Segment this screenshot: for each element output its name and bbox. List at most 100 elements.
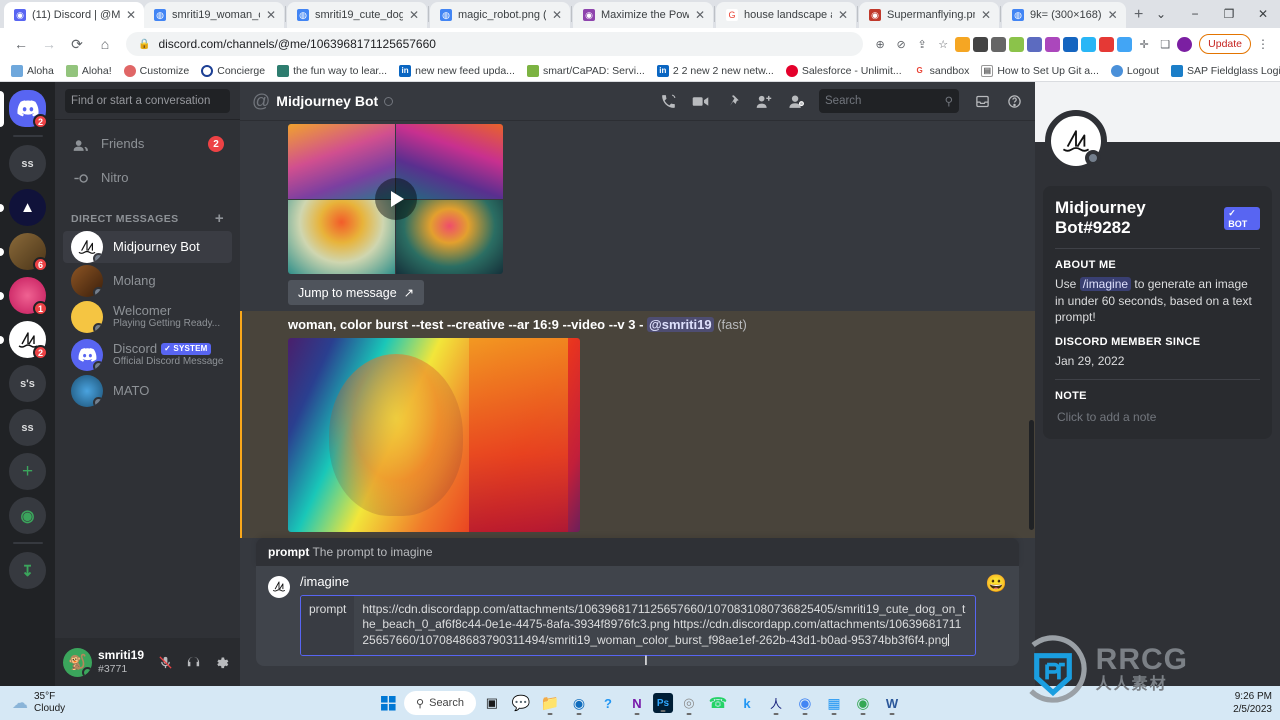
chrome-icon[interactable]: ◉ xyxy=(792,690,818,716)
help-icon[interactable]: ? xyxy=(595,690,621,716)
app-icon[interactable]: 人 xyxy=(763,690,789,716)
extension-icon-10[interactable] xyxy=(1117,36,1133,52)
minimize-button[interactable]: − xyxy=(1178,7,1212,21)
gear-icon[interactable] xyxy=(210,651,232,673)
task-view-icon[interactable]: ▣ xyxy=(479,690,505,716)
message-scrollbar[interactable] xyxy=(1029,420,1034,530)
dm-item-welcomer[interactable]: Welcomer Playing Getting Ready... xyxy=(63,299,232,335)
call-icon[interactable] xyxy=(655,88,681,114)
disc-icon[interactable]: ◎ xyxy=(676,690,702,716)
message-composer[interactable]: /imagine prompt https://cdn.discordapp.c… xyxy=(256,565,1019,666)
user-mention[interactable]: @smriti19 xyxy=(647,317,714,332)
create-dm-button[interactable]: + xyxy=(215,210,224,227)
pin-icon[interactable] xyxy=(719,88,745,114)
emoji-icon[interactable]: 😀 xyxy=(986,574,1007,594)
tab-search-chevron-icon[interactable]: ⌄ xyxy=(1144,7,1178,21)
share-icon[interactable]: ⇪ xyxy=(913,35,931,53)
tab-close-icon[interactable]: ✕ xyxy=(126,9,136,21)
word-icon[interactable]: W xyxy=(879,690,905,716)
member-list-icon[interactable] xyxy=(783,88,809,114)
generated-result-image[interactable] xyxy=(288,338,580,532)
dm-item-discord[interactable]: Discord ✓ SYSTEM Official Discord Messag… xyxy=(63,337,232,373)
bookmark-2[interactable]: Customize xyxy=(119,64,195,77)
tab-close-icon[interactable]: ✕ xyxy=(1108,9,1118,21)
close-window-button[interactable]: ✕ xyxy=(1246,7,1280,21)
server-avatar[interactable]: ss xyxy=(9,409,46,446)
extension-icon-5[interactable] xyxy=(1027,36,1043,52)
extension-icon-1[interactable] xyxy=(955,36,971,52)
taskbar-clock[interactable]: 9:26 PM 2/5/2023 xyxy=(1233,690,1272,716)
avatar[interactable] xyxy=(1045,110,1107,172)
note-input[interactable]: Click to add a note xyxy=(1055,407,1260,427)
server-rail-item-ss[interactable]: ss xyxy=(0,145,55,182)
tracker-icon[interactable]: ⊘ xyxy=(892,35,910,53)
bookmark-4[interactable]: the fun way to lear... xyxy=(272,64,392,77)
download-apps-button[interactable]: ↧ xyxy=(0,552,55,589)
browser-tab-7[interactable]: ◍ 9k= (300×168) ✕ xyxy=(1002,2,1126,28)
whatsapp-icon[interactable]: ☎ xyxy=(705,690,731,716)
tab-close-icon[interactable]: ✕ xyxy=(695,9,705,21)
flame-icon[interactable]: ▲ xyxy=(9,189,46,226)
zoom-icon[interactable]: ⊕ xyxy=(871,35,889,53)
extensions-puzzle-icon[interactable]: ✛ xyxy=(1135,35,1153,53)
browser-tab-3[interactable]: ◍ magic_robot.png (400x40 ✕ xyxy=(430,2,570,28)
bookmark-11[interactable]: Logout xyxy=(1106,64,1164,77)
browser-tab-6[interactable]: ◉ Supermanflying.png (250 ✕ xyxy=(859,2,999,28)
chrome-menu-icon[interactable]: ⋮ xyxy=(1254,37,1272,51)
outlook-icon[interactable]: ◉ xyxy=(566,690,592,716)
reload-button[interactable]: ⟳ xyxy=(64,31,90,57)
find-conversation-input[interactable]: Find or start a conversation xyxy=(65,88,230,113)
search-input[interactable]: Search ⚲ xyxy=(819,89,959,113)
sidebar-item-friends[interactable]: Friends 2 xyxy=(63,128,232,160)
server-rail-item-skull[interactable]: 6 xyxy=(0,233,55,272)
server-rail-item-ss3[interactable]: ss xyxy=(0,409,55,446)
server-rail-item-red[interactable]: 1 xyxy=(0,277,55,316)
bookmark-7[interactable]: in 2 2 new 2 new netw... xyxy=(652,64,779,77)
bookmark-10[interactable]: ▤ How to Set Up Git a... xyxy=(976,64,1104,77)
browser-tab-5[interactable]: G house landscape animatio ✕ xyxy=(716,2,856,28)
chrome2-icon[interactable]: ◉ xyxy=(850,690,876,716)
profile-avatar[interactable] xyxy=(1177,36,1193,52)
browser-tab-2[interactable]: ◍ smriti19_cute_dog_on_the ✕ xyxy=(287,2,427,28)
explore-servers-button[interactable]: ◉ xyxy=(0,497,55,534)
back-button[interactable]: ← xyxy=(8,31,34,57)
bookmark-star-icon[interactable]: ☆ xyxy=(934,35,952,53)
video-icon[interactable] xyxy=(687,88,713,114)
bookmark-0[interactable]: Aloha xyxy=(6,64,59,77)
notepad-icon[interactable]: ▦ xyxy=(821,690,847,716)
server-avatar[interactable]: 6 xyxy=(9,233,48,272)
bookmark-5[interactable]: in new new feed upda... xyxy=(394,64,520,77)
dm-item-mato[interactable]: MATO xyxy=(63,375,232,407)
generated-image-grid[interactable] xyxy=(288,124,503,274)
add-server-button[interactable]: + xyxy=(0,453,55,490)
sidepanel-icon[interactable]: ❑ xyxy=(1156,35,1174,53)
extension-icon-3[interactable] xyxy=(991,36,1007,52)
compass-icon[interactable]: ◉ xyxy=(9,497,46,534)
file-explorer-icon[interactable]: 📁 xyxy=(537,690,563,716)
tab-close-icon[interactable]: ✕ xyxy=(266,9,276,21)
maximize-button[interactable]: ❐ xyxy=(1212,7,1246,21)
server-rail-item-flame[interactable]: ▲ xyxy=(0,189,55,226)
sidebar-item-nitro[interactable]: Nitro xyxy=(63,162,232,194)
extension-icon-9[interactable] xyxy=(1099,36,1115,52)
browser-tab-0[interactable]: ◉ (11) Discord | @Midjourne ✕ xyxy=(4,2,144,28)
prompt-option-box[interactable]: prompt https://cdn.discordapp.com/attach… xyxy=(300,594,976,656)
address-bar[interactable]: 🔒 discord.com/channels/@me/1063968171125… xyxy=(126,32,864,56)
bookmark-1[interactable]: Aloha! xyxy=(61,64,117,77)
server-rail-item-discord[interactable]: 2 xyxy=(0,90,55,129)
browser-tab-1[interactable]: ◍ smriti19_woman_color_bu ✕ xyxy=(144,2,284,28)
prompt-option-input[interactable]: https://cdn.discordapp.com/attachments/1… xyxy=(354,596,974,655)
plus-icon[interactable]: + xyxy=(9,453,46,490)
play-icon[interactable] xyxy=(374,178,417,220)
bookmark-6[interactable]: smart/CaPAD: Servi... xyxy=(522,64,650,77)
avatar[interactable]: 🐒 xyxy=(63,647,92,677)
tab-close-icon[interactable]: ✕ xyxy=(981,9,991,21)
browser-tab-4[interactable]: ◉ Maximize the Power of AI ✕ xyxy=(573,2,713,28)
onenote-icon[interactable]: N xyxy=(624,690,650,716)
server-rail-item-midjourney[interactable]: 2 xyxy=(0,321,55,360)
extension-icon-7[interactable] xyxy=(1063,36,1079,52)
extension-icon-4[interactable] xyxy=(1009,36,1025,52)
tab-close-icon[interactable]: ✕ xyxy=(838,9,848,21)
kite-icon[interactable]: k xyxy=(734,690,760,716)
chat-icon[interactable]: 💬 xyxy=(508,690,534,716)
